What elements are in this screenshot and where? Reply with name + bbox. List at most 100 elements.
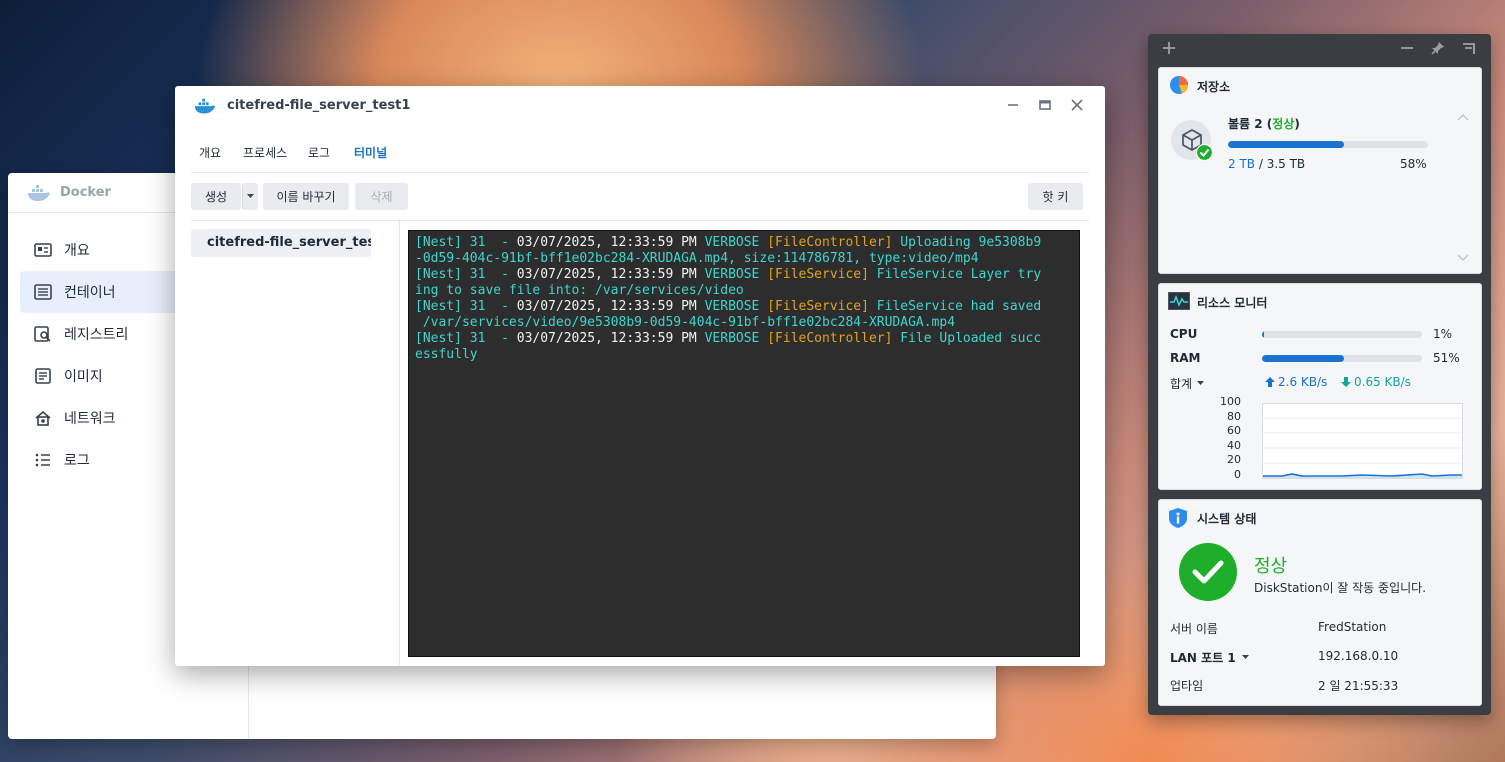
ram-usage-bar (1262, 355, 1422, 362)
container-icon (34, 284, 52, 300)
storage-used: 2 TB (1228, 157, 1256, 171)
session-name: citefred-file_server_test1 (207, 235, 371, 250)
terminal-line: essfully (415, 347, 478, 362)
download-arrow-icon (1341, 377, 1351, 387)
sidebar-item-label: 네트워크 (64, 411, 116, 427)
terminal-line: [Nest] 31 - 03/07/2025, 12:33:59 PM VERB… (415, 331, 1042, 346)
panel-settings-button[interactable] (1462, 40, 1476, 59)
overview-icon (34, 243, 52, 257)
cpu-label: CPU (1170, 327, 1198, 341)
server-name-value: FredStation (1318, 620, 1387, 634)
storage-percent: 58% (1400, 157, 1427, 171)
docker-logo-icon (194, 98, 216, 114)
volume-avatar (1171, 120, 1213, 161)
terminal-session-item[interactable]: citefred-file_server_test1 (191, 229, 371, 257)
lan-port-dropdown[interactable]: LAN 포트 1 (1170, 649, 1249, 666)
storage-usage-text: 2 TB / 3.5 TB (1228, 157, 1306, 171)
widget-title: 저장소 (1197, 80, 1231, 94)
tab-bar: 개요 프로세스 로그 터미널 (191, 126, 1089, 173)
pin-widget-button[interactable] (1431, 40, 1445, 59)
create-dropdown-button[interactable] (242, 183, 258, 210)
uptime-label: 업타임 (1170, 679, 1204, 693)
tab-terminal[interactable]: 터미널 (354, 144, 387, 161)
widget-title: 리소스 모니터 (1197, 296, 1268, 310)
rename-button[interactable]: 이름 바꾸기 (263, 183, 349, 210)
delete-button[interactable]: 삭제 (355, 183, 408, 210)
image-icon (35, 368, 51, 384)
volume-label: 볼륨 2 (정상) (1228, 117, 1300, 131)
ram-value: 51% (1433, 351, 1460, 365)
terminal-line: [Nest] 31 - 03/07/2025, 12:33:59 PM VERB… (415, 299, 1042, 314)
tab-log[interactable]: 로그 (308, 144, 330, 161)
storage-pie-icon (1170, 76, 1188, 94)
cpu-value: 1% (1433, 327, 1453, 341)
system-status-message: DiskStation이 잘 작동 중입니다. (1254, 581, 1427, 595)
sidebar-item-label: 레지스트리 (64, 327, 129, 343)
plus-icon (1163, 42, 1175, 54)
chevron-up-icon[interactable] (1457, 113, 1469, 121)
log-icon (35, 453, 50, 467)
system-status-widget: 시스템 상태 정상 DiskStation이 잘 작동 중입니다. 서버 이름 … (1158, 499, 1482, 706)
registry-icon (34, 326, 51, 342)
terminal-output[interactable]: [Nest] 31 - 03/07/2025, 12:33:59 PM VERB… (408, 230, 1080, 657)
ram-usage-fill (1262, 355, 1344, 362)
upload-arrow-icon (1265, 377, 1275, 387)
sidebar-item-label: 개요 (64, 243, 90, 259)
network-total-dropdown[interactable]: 합계 (1170, 375, 1205, 392)
maximize-icon (1039, 100, 1051, 110)
tab-process[interactable]: 프로세스 (243, 144, 287, 161)
tab-overview[interactable]: 개요 (199, 144, 221, 161)
ram-label: RAM (1170, 351, 1201, 365)
y-tick-label: 100 (1220, 395, 1241, 408)
widget-panel: 저장소 볼륨 2 (정상) 2 TB / 3.5 TB 58% 리소스 모니터 … (1148, 34, 1491, 715)
terminal-line: /var/services/video/9e5308b9-0d59-404c-9… (415, 315, 956, 330)
network-icon (35, 410, 51, 426)
lan-ip-value: 192.168.0.10 (1318, 649, 1399, 663)
hotkey-button[interactable]: 핫 키 (1028, 183, 1083, 210)
chevron-down-icon[interactable] (1457, 254, 1469, 262)
storage-total: 3.5 TB (1266, 157, 1306, 171)
panel-divider (399, 220, 400, 666)
minimize-widget-button[interactable] (1400, 40, 1414, 59)
close-button[interactable] (1068, 97, 1086, 115)
status-ok-icon (1179, 543, 1237, 601)
volume-status: 정상 (1272, 117, 1295, 131)
minimize-icon (1401, 47, 1413, 49)
y-tick-label: 60 (1227, 424, 1241, 438)
widget-title: 시스템 상태 (1197, 512, 1257, 526)
create-button[interactable]: 생성 (191, 183, 241, 210)
minimize-button[interactable] (1004, 97, 1022, 115)
sidebar-item-label: 컨테이너 (64, 285, 116, 301)
caret-down-icon (1241, 655, 1249, 659)
terminal-toolbar: 생성 이름 바꾸기 삭제 핫 키 (191, 172, 1089, 221)
pin-icon (1431, 42, 1444, 55)
terminal-line: [Nest] 31 - 03/07/2025, 12:33:59 PM VERB… (415, 267, 1042, 282)
y-tick-label: 0 (1234, 467, 1241, 481)
panel-layout-icon (1463, 43, 1475, 54)
server-name-label: 서버 이름 (1170, 622, 1218, 636)
system-status-text: 정상 (1254, 556, 1288, 577)
resource-monitor-widget: 리소스 모니터 CPU 1% RAM 51% 합계 2.6 KB/s 0.65 … (1158, 283, 1482, 490)
docker-window-title: Docker (60, 185, 111, 200)
resource-monitor-icon (1168, 292, 1190, 310)
maximize-button[interactable] (1036, 97, 1054, 115)
caret-down-icon (247, 194, 254, 198)
terminal-line: -0d59-404c-91bf-bff1e02bc284-XRUDAGA.mp4… (415, 251, 979, 266)
cpu-usage-bar (1262, 331, 1422, 338)
add-widget-button[interactable] (1162, 40, 1176, 59)
sidebar-item-label: 이미지 (64, 369, 103, 385)
sidebar-item-label: 로그 (64, 453, 90, 469)
container-window: citefred-file_server_test1 개요 프로세스 로그 터미… (175, 86, 1105, 666)
network-usage-chart (1262, 403, 1463, 479)
healthy-check-icon (1196, 144, 1213, 161)
y-tick-label: 80 (1227, 409, 1241, 423)
storage-usage-fill (1228, 141, 1344, 148)
storage-usage-bar (1228, 141, 1428, 148)
storage-widget: 저장소 볼륨 2 (정상) 2 TB / 3.5 TB 58% (1158, 67, 1482, 274)
chart-y-axis: 100 80 60 40 20 0 (1217, 395, 1241, 483)
uptime-value: 2 일 21:55:33 (1318, 679, 1399, 693)
docker-logo-icon (28, 185, 50, 201)
y-tick-label: 40 (1227, 438, 1241, 452)
terminal-line: [Nest] 31 - 03/07/2025, 12:33:59 PM VERB… (415, 235, 1042, 250)
minimize-icon (1008, 104, 1018, 106)
